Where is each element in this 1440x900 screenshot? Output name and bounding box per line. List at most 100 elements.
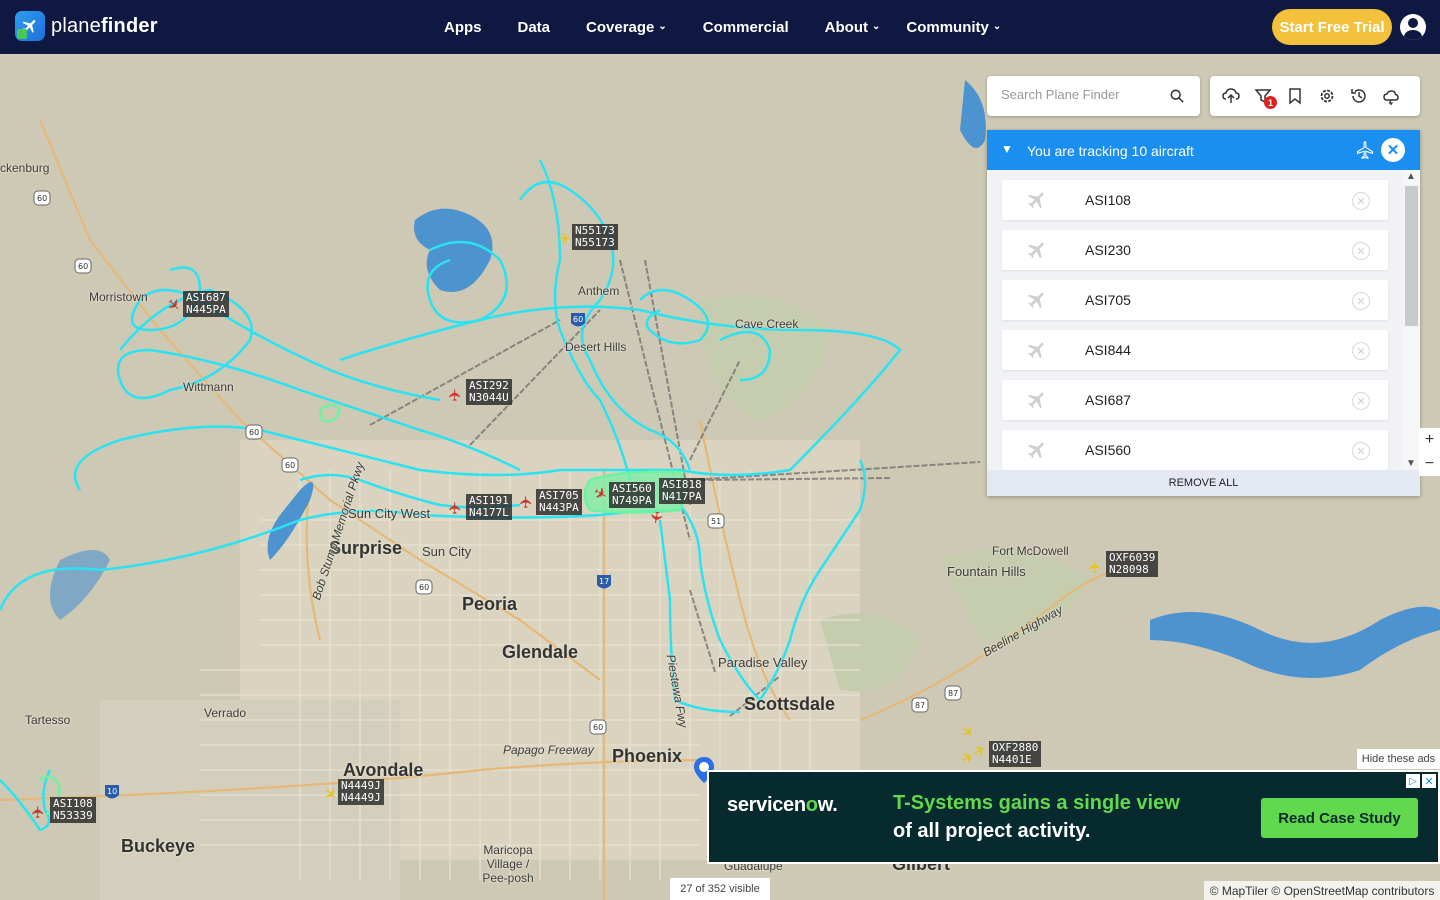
svg-text:60: 60 [249,428,259,437]
place-label: Tartesso [25,713,71,727]
aircraft-label[interactable]: N4449J N4449J [338,779,384,805]
plane-icon [1027,242,1044,259]
plane-icon [1027,342,1044,359]
aircraft-icon[interactable]: ✈ [1088,560,1105,573]
remove-aircraft-icon[interactable]: ✕ [1352,242,1370,260]
tracked-aircraft-item[interactable]: ASI705 ✕ [1002,280,1388,320]
list-scrollbar[interactable]: ▲ ▼ [1403,170,1420,470]
aircraft-label[interactable]: ASI687 N445PA [183,291,229,317]
planefinder-logo[interactable]: planefinder [15,11,158,41]
top-navigation-bar: planefinder Apps Data Coverage ⌄ Commerci… [0,0,1440,54]
place-label: Fort McDowell [992,544,1069,558]
plane-icon [1027,442,1044,459]
logo-plane-icon [15,11,45,41]
close-icon[interactable]: ✕ [1381,138,1405,162]
place-label: Avondale [343,760,424,780]
scroll-down-icon[interactable]: ▼ [1406,458,1416,469]
tracked-aircraft-item[interactable]: ASI108 ✕ [1002,180,1388,220]
aircraft-callsign: ASI230 [1085,242,1131,258]
nav-about[interactable]: About ⌄ [825,19,881,36]
weather-icon[interactable] [1382,87,1400,105]
place-label: Phoenix [612,746,683,766]
tracked-aircraft-item[interactable]: ASI230 ✕ [1002,230,1388,270]
cloud-upload-icon[interactable] [1222,87,1240,105]
remove-aircraft-icon[interactable]: ✕ [1352,292,1370,310]
nav-commercial[interactable]: Commercial [703,19,789,36]
aircraft-icon[interactable]: ✈ [519,495,536,508]
aircraft-label[interactable]: ASI108 N53339 [50,797,96,823]
aircraft-callsign: ASI560 [1085,442,1131,458]
remove-aircraft-icon[interactable]: ✕ [1352,392,1370,410]
zoom-out-button[interactable]: − [1419,452,1440,476]
aircraft-label[interactable]: N55173 N55173 [572,224,618,250]
plane-icon [1027,192,1044,209]
chevron-down-icon: ⌄ [658,20,667,32]
search-input[interactable] [1001,87,1161,102]
aircraft-icon[interactable]: ✈ [448,388,465,401]
place-label: Verrado [204,706,247,720]
zoom-in-button[interactable]: + [1419,428,1440,452]
tracking-title: You are tracking 10 aircraft [1027,143,1194,159]
aircraft-label[interactable]: ASI818 N417PA [659,478,705,504]
chevron-down-icon: ⌄ [992,20,1002,32]
nav-coverage[interactable]: Coverage ⌄ [586,19,667,36]
remove-aircraft-icon[interactable]: ✕ [1352,192,1370,210]
ad-cta-button[interactable]: Read Case Study [1261,798,1418,838]
aircraft-callsign: ASI844 [1085,342,1131,358]
aircraft-icon[interactable]: ✈ [448,501,465,514]
tracked-aircraft-item[interactable]: ASI844 ✕ [1002,330,1388,370]
scrollbar-thumb[interactable] [1405,186,1418,326]
nav-apps[interactable]: Apps [444,19,482,36]
aircraft-label[interactable]: OXF6039 N28098 [1106,551,1159,577]
hide-ads-button[interactable]: Hide these ads [1357,749,1440,769]
scroll-up-icon[interactable]: ▲ [1406,171,1416,182]
advertisement-banner[interactable]: servicenow. T-Systems gains a single vie… [707,770,1440,864]
aircraft-icon[interactable]: ✈ [558,232,571,248]
aircraft-label[interactable]: ASI705 N443PA [536,489,582,515]
aircraft-icon[interactable]: ✈ [646,509,665,525]
place-label: ckenburg [0,161,50,175]
ad-close-icon[interactable]: ✕ [1422,774,1436,788]
filter-button[interactable]: 1 [1254,87,1277,109]
history-icon[interactable] [1350,87,1368,105]
chevron-down-icon: ⌄ [871,20,881,32]
svg-text:60: 60 [285,461,295,470]
road-label: Papago Freeway [503,743,594,757]
logo-text: planefinder [51,14,158,37]
place-label: Wittmann [183,380,234,394]
place-label: Fountain Hills [947,564,1026,579]
start-free-trial-button[interactable]: Start Free Trial [1272,9,1392,45]
aircraft-label[interactable]: ASI191 N4177L [466,494,512,520]
place-label: Cave Creek [735,317,799,331]
place-label: Buckeye [121,836,196,856]
search-icon[interactable] [1170,89,1184,103]
ad-brand-logo: servicenow. [727,794,838,816]
plane-outline-icon[interactable] [1355,140,1375,160]
aircraft-label[interactable]: ASI292 N3044U [466,379,512,405]
remove-aircraft-icon[interactable]: ✕ [1352,342,1370,360]
svg-text:60: 60 [419,583,429,592]
user-account-icon[interactable] [1400,14,1426,40]
map-attribution[interactable]: © MapTiler © OpenStreetMap contributors [1204,881,1440,900]
svg-text:87: 87 [915,701,925,710]
search-bar[interactable] [987,76,1200,116]
tracked-aircraft-item[interactable]: ASI560 ✕ [1002,430,1388,470]
aircraft-callsign: ASI687 [1085,392,1131,408]
bookmark-icon[interactable] [1286,87,1304,105]
aircraft-label[interactable]: OXF2880 N4401E [989,741,1042,767]
remove-all-button[interactable]: REMOVE ALL [987,470,1420,496]
svg-text:60: 60 [573,315,583,324]
plane-icon [1027,392,1044,409]
ad-info-icon[interactable]: ▷ [1406,774,1420,788]
aircraft-label[interactable]: ASI560 N749PA [609,482,655,508]
settings-icon[interactable] [1318,87,1336,105]
zoom-control: + − [1419,428,1440,476]
remove-aircraft-icon[interactable]: ✕ [1352,442,1370,460]
tracked-aircraft-list: ASI108 ✕ ASI230 ✕ ASI705 ✕ ASI844 ✕ ASI6… [987,170,1403,470]
tracked-aircraft-item[interactable]: ASI687 ✕ [1002,380,1388,420]
main-nav: Apps Data Coverage ⌄ Commercial About ⌄ Co… [426,0,1019,54]
aircraft-icon[interactable]: ✈ [31,805,48,818]
nav-community[interactable]: Community ⌄ [906,19,1001,36]
chevron-down-icon[interactable]: ▼ [1001,142,1013,156]
nav-data[interactable]: Data [518,19,551,36]
